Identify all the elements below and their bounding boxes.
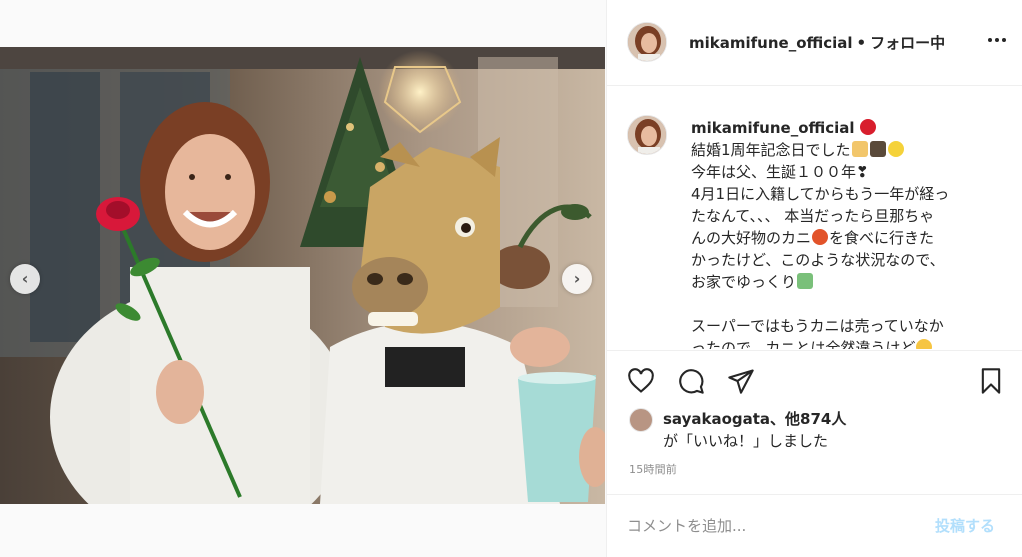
caption-line-6: かったけど、このような状況なので、 [691, 251, 945, 269]
caption-line-9: ったので、カニとは全然違うけど [691, 339, 916, 349]
caption-text: mikamifune_official 結婚1周年記念日でした 今年は父、生誕１… [691, 117, 991, 349]
separator-dot: • [856, 34, 867, 52]
action-bar [607, 350, 1022, 410]
heart-icon[interactable] [627, 367, 655, 395]
comment-input[interactable] [627, 515, 917, 537]
header-username-row: mikamifune_official • フォロー中 [689, 32, 945, 53]
post-side-panel: mikamifune_official • フォロー中 mikamifune_off… [606, 0, 1022, 557]
avatar-image [628, 23, 666, 61]
comment-icon[interactable] [677, 367, 705, 395]
caption-line-8: スーパーではもうカニは売っていなか [691, 317, 944, 335]
likes-others-count[interactable]: 、他874人 [770, 410, 846, 428]
post-comment-button[interactable]: 投稿する [935, 515, 995, 536]
chevron-left-icon: ‹ [21, 269, 29, 288]
comment-bar: 投稿する [607, 494, 1022, 557]
caption-avatar[interactable] [627, 115, 667, 155]
post-timestamp[interactable]: 15時間前 [629, 461, 677, 477]
rose-emoji [860, 119, 877, 135]
bookmark-icon[interactable] [977, 367, 1005, 395]
likes-line-1: sayakaogata、他874人 [663, 408, 846, 429]
author-avatar[interactable] [627, 22, 667, 62]
caption-line-4: たなんて、、、 本当だったら旦那ちゃ [691, 207, 935, 225]
post-photo-image [0, 47, 605, 504]
share-icon[interactable] [727, 367, 755, 395]
more-options-icon[interactable] [985, 28, 1009, 52]
caption-line-2: 今年は父、生誕１００年❣ [691, 163, 869, 181]
caption-line-5a: んの大好物のカニ [691, 229, 812, 247]
house-emoji [797, 273, 814, 289]
caption-line-7: お家でゆっくり [691, 273, 797, 291]
bride-emoji [851, 141, 868, 157]
follow-status-button[interactable]: フォロー中 [870, 34, 945, 52]
liker-avatar[interactable] [629, 408, 653, 432]
first-liker-username[interactable]: sayakaogata [663, 410, 770, 428]
avatar-image [628, 116, 666, 154]
crab-emoji [812, 229, 829, 245]
caption-area: mikamifune_official 結婚1周年記念日でした 今年は父、生誕１… [607, 87, 1022, 349]
likes-suffix: が「いいね！」しました [663, 432, 829, 450]
sparkles-emoji [887, 141, 904, 157]
caption-line-3: 4月1日に入籍してからもう一年が経っ [691, 185, 950, 203]
post-photo[interactable] [0, 47, 605, 504]
post-header: mikamifune_official • フォロー中 [607, 0, 1022, 86]
carousel-prev-button[interactable]: ‹ [10, 264, 40, 294]
caption-line-5b: を食べに行きた [829, 229, 935, 247]
caption-username[interactable]: mikamifune_official [691, 119, 855, 137]
chevron-right-icon: › [573, 269, 581, 288]
smile-emoji [916, 339, 933, 349]
carousel-next-button[interactable]: › [562, 264, 592, 294]
author-username[interactable]: mikamifune_official [689, 34, 853, 52]
groom-emoji [869, 141, 886, 157]
caption-line-1: 結婚1周年記念日でした [691, 141, 851, 159]
instagram-post-view: ‹ › mikamifune_official • フォロー中 mikamifu… [0, 0, 1022, 557]
